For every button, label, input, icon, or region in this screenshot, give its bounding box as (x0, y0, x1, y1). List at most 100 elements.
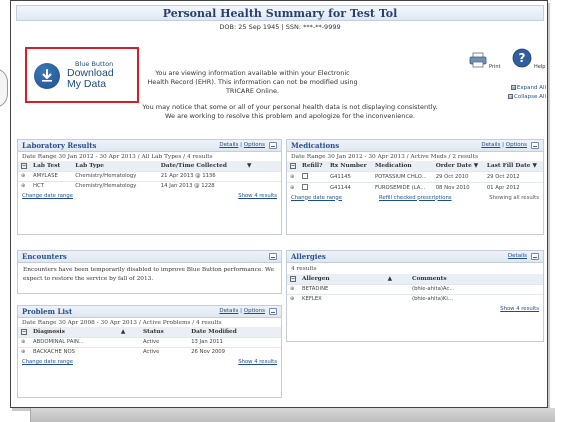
sort-asc-icon: ▲ (120, 328, 126, 335)
lab-change-date-link[interactable]: Change date range (22, 193, 73, 199)
table-row[interactable]: ⊕ HCT Chemistry/Hematology 14 Jan 2013 @… (18, 180, 281, 191)
minimize-icon[interactable] (269, 253, 277, 260)
lab-details-link[interactable]: Details (219, 142, 238, 148)
table-row[interactable]: ⊕ G41145 POTASSIUM CHLO... 29 Oct 2010 2… (287, 170, 543, 182)
expand-row-icon[interactable]: ⊕ (290, 185, 294, 191)
col-date-modified[interactable]: Date Modified (188, 327, 281, 337)
problem-list-links: Details | Options (219, 308, 265, 314)
problem-list-title: Problem List (22, 307, 73, 316)
col-allergen[interactable]: Allergen ▲ (299, 274, 409, 284)
lab-footer: Change date range Show 4 results (18, 191, 281, 201)
expand-row-icon[interactable]: ⊕ (290, 296, 294, 302)
expand-row-icon[interactable]: ⊕ (21, 173, 25, 179)
expand-all-rows-icon[interactable]: − (21, 328, 27, 335)
allergies-footer: Show 4 results (287, 304, 543, 314)
col-medication[interactable]: Medication (371, 161, 433, 171)
col-lab-test[interactable]: Lab Test (30, 161, 73, 171)
expand-icon: ⊞ (510, 85, 516, 90)
expand-row-icon[interactable]: ⊕ (21, 339, 25, 345)
minimize-icon[interactable] (269, 142, 277, 149)
col-refill[interactable]: Refill? (299, 161, 327, 171)
problems-footer: Change date range Show 4 results (18, 357, 281, 367)
comments-cell: (bhie-ahlta)Ki... (409, 293, 543, 304)
table-row[interactable]: ⊕ G41144 FUROSEMIDE (LA... 08 Nov 2010 0… (287, 181, 543, 193)
col-order-date[interactable]: Order Date ▼ (432, 161, 484, 171)
encounters-header: Encounters (18, 251, 281, 263)
col-date-collected[interactable]: Date/Time Collected ▼ (157, 161, 281, 171)
date-modified-cell: 26 Nov 2009 (188, 346, 281, 357)
expand-all-rows-icon[interactable]: − (290, 275, 296, 282)
table-row[interactable]: ⊕ BETADINE (bhie-ahlta)Ac... (287, 283, 543, 294)
expand-row-icon[interactable]: ⊕ (290, 174, 294, 180)
lab-results-table: − Lab Test Lab Type Date/Time Collected ▼… (18, 161, 281, 191)
allergies-panel: Allergies Details 4 results − Allergen ▲ … (286, 250, 544, 342)
problems-date-range: Date Range 30 Apr 2008 - 30 Apr 2013 / A… (22, 320, 222, 326)
lab-type-cell: Chemistry/Hematology (72, 180, 158, 191)
minimize-icon[interactable] (531, 253, 539, 260)
minimize-icon[interactable] (269, 308, 277, 315)
print-button[interactable]: Print (469, 52, 501, 70)
table-row[interactable]: ⊕ ABDOMINAL PAIN... Active 13 Jan 2011 (18, 336, 281, 347)
col-status[interactable]: Status (140, 327, 189, 337)
edge-arc-decoration (0, 68, 8, 108)
col-last-fill-date[interactable]: Last Fill Date ▼ (483, 161, 543, 171)
problems-details-link[interactable]: Details (219, 308, 238, 314)
collapse-icon: ⊟ (508, 93, 514, 99)
allergies-show-all-link[interactable]: Show 4 results (500, 306, 539, 312)
sort-asc-icon: ▲ (387, 275, 393, 282)
col-lab-type[interactable]: Lab Type (72, 161, 158, 171)
lab-show-all-link[interactable]: Show 4 results (238, 193, 277, 199)
allergen-cell: KEFLEX (299, 293, 409, 304)
collapse-all-link[interactable]: ⊟ Collapse All (490, 93, 546, 102)
allergies-table: − Allergen ▲ Comments ⊕ BETADINE (bhie-ah… (287, 274, 543, 304)
refill-checkbox[interactable] (302, 183, 308, 190)
help-button[interactable]: ? Help (512, 48, 545, 70)
last-fill-cell: 29 Oct 2012 (483, 170, 543, 182)
allergies-count: 4 results (291, 266, 317, 272)
refill-checked-link[interactable]: Refill checked prescriptions (379, 195, 452, 201)
problems-change-date-link[interactable]: Change date range (22, 359, 73, 365)
last-fill-cell: 01 Apr 2012 (483, 181, 543, 193)
expand-row-icon[interactable]: ⊕ (290, 286, 294, 292)
table-row[interactable]: ⊕ KEFLEX (bhie-ahlta)Ki... (287, 293, 543, 304)
expand-row-icon[interactable]: ⊕ (21, 349, 25, 355)
problems-options-link[interactable]: Options (244, 308, 265, 314)
meds-date-range: Date Range 30 Jan 2012 - 30 Apr 2013 / A… (291, 154, 478, 160)
expand-collapse-links: ⊞ Expand All ⊟ Collapse All (490, 84, 546, 101)
order-date-cell: 29 Oct 2010 (432, 170, 484, 182)
expand-all-rows-icon[interactable]: − (21, 162, 27, 169)
sort-desc-icon: ▼ (246, 162, 252, 169)
col-comments[interactable]: Comments (409, 274, 543, 284)
problems-show-all-link[interactable]: Show 4 results (238, 359, 277, 365)
table-row[interactable]: ⊕ BACKACHE NOS Active 26 Nov 2009 (18, 346, 281, 357)
date-modified-cell: 13 Jan 2011 (188, 336, 281, 347)
meds-details-link[interactable]: Details (481, 142, 500, 148)
blue-button-download[interactable]: Blue Button Download My Data (25, 47, 139, 103)
medications-title: Medications (291, 141, 340, 150)
minimize-icon[interactable] (531, 142, 539, 149)
lab-results-panel: Laboratory Results Details | Options Dat… (17, 139, 282, 235)
meds-options-link[interactable]: Options (506, 142, 527, 148)
col-diagnosis[interactable]: Diagnosis ▲ (30, 327, 140, 337)
refill-checkbox[interactable] (302, 172, 308, 179)
collapse-all-label: Collapse All (514, 93, 546, 100)
table-row[interactable]: ⊕ AMYLASE Chemistry/Hematology 21 Apr 20… (18, 170, 281, 181)
status-cell: Active (140, 346, 189, 357)
allergies-details-link[interactable]: Details (508, 253, 527, 259)
lab-results-header: Laboratory Results Details | Options (18, 140, 281, 152)
expand-all-link[interactable]: ⊞ Expand All (490, 84, 546, 93)
expand-all-rows-icon[interactable]: − (290, 162, 296, 169)
meds-change-date-link[interactable]: Change date range (291, 195, 342, 201)
col-rx-number[interactable]: Rx Number (326, 161, 372, 171)
lab-results-links: Details | Options (219, 142, 265, 148)
encounters-panel: Encounters Encounters have been temporar… (17, 250, 282, 294)
medications-panel: Medications Details | Options Date Range… (286, 139, 544, 235)
expand-all-label: Expand All (516, 85, 546, 91)
lab-options-link[interactable]: Options (244, 142, 265, 148)
notice-text: You may notice that some or all of your … (140, 103, 440, 122)
medications-table: − Refill? Rx Number Medication Order Dat… (287, 161, 543, 193)
ehr-info-text: You are viewing information available wi… (147, 69, 358, 96)
expand-row-icon[interactable]: ⊕ (21, 183, 25, 189)
problem-list-table: − Diagnosis ▲ Status Date Modified ⊕ ABDO… (18, 327, 281, 357)
blue-button-text: Blue Button Download My Data (67, 61, 114, 90)
